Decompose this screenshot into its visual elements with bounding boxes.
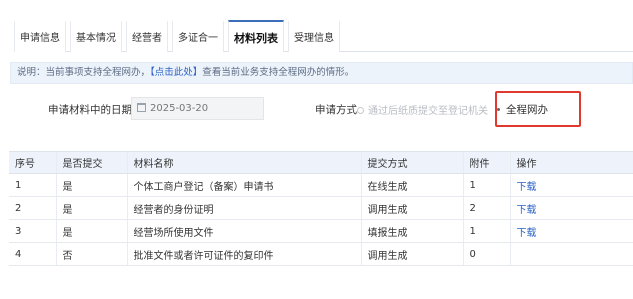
method-option-paper-label: 通过后纸质提交至登记机关 [368,106,488,117]
notice-bar: 说明：当前事项支持全程网办，【点击此处】查看当前业务支持全程网办的情形。 [10,62,633,84]
tab-multi-cert[interactable]: 多证合一 [172,20,224,52]
cell-attach: 0 [462,242,510,266]
method-option-paper: 通过后纸质提交至登记机关 [357,102,488,117]
download-link[interactable]: 下载 [517,228,537,239]
download-link[interactable]: 下载 [517,182,537,193]
tab-materials[interactable]: 材料列表 [228,20,284,52]
tab-bar: 申请信息 基本情况 经营者 多证合一 材料列表 受理信息 [14,20,633,52]
table-row: 1 是 个体工商户登记（备案）申请书 在线生成 1 下载 [9,173,633,197]
table-row: 3 是 经营场所使用文件 填报生成 1 下载 [9,219,633,243]
notice-prefix: 说明：当前事项支持全程网办， [17,67,151,78]
cell-no: 4 [9,242,56,266]
cell-no: 2 [9,196,56,220]
date-field[interactable]: 2025-03-20 [131,97,264,120]
cell-submitted: 是 [55,219,127,243]
method-option-online[interactable]: 全程网办 [497,102,548,117]
cell-no: 3 [9,219,56,243]
cell-submitted: 是 [55,173,127,197]
cell-name: 经营者的身份证明 [126,196,361,220]
cell-action [509,242,633,266]
header-action: 操作 [509,151,633,174]
cell-name: 经营场所使用文件 [126,219,361,243]
cell-submitted: 是 [55,196,127,220]
application-form: 申请材料中的日期 2025-03-20 申请方式 通过后纸质提交至登记机关 全程… [0,91,633,127]
header-attach: 附件 [462,151,510,174]
header-name: 材料名称 [126,151,361,174]
calendar-icon [137,103,146,112]
cell-name: 个体工商户登记（备案）申请书 [126,173,361,197]
download-link[interactable]: 下载 [517,205,537,216]
tab-basic-info[interactable]: 基本情况 [70,20,122,52]
cell-method: 填报生成 [360,219,463,243]
cell-name: 批准文件或者许可证件的复印件 [126,242,361,266]
cell-action: 下载 [509,196,633,220]
notice-suffix: 查看当前业务支持全程网办的情形。 [202,67,355,78]
table-row: 4 否 批准文件或者许可证件的复印件 调用生成 0 [9,242,633,266]
header-submitted: 是否提交 [55,151,127,174]
tab-acceptance[interactable]: 受理信息 [288,20,340,52]
cell-attach: 1 [462,173,510,197]
bullet-icon [497,108,500,111]
table-header: 序号 是否提交 材料名称 提交方式 附件 操作 [9,151,633,174]
cell-attach: 2 [462,196,510,220]
tab-application-info[interactable]: 申请信息 [14,20,66,52]
cell-action: 下载 [509,219,633,243]
cell-no: 1 [9,173,56,197]
table-row: 2 是 经营者的身份证明 调用生成 2 下载 [9,196,633,220]
header-no: 序号 [9,151,56,174]
radio-icon [357,107,364,114]
header-method: 提交方式 [360,151,463,174]
cell-method: 调用生成 [360,196,463,220]
date-value: 2025-03-20 [150,103,209,114]
materials-table: 序号 是否提交 材料名称 提交方式 附件 操作 1 是 个体工商户登记（备案）申… [9,151,633,266]
cell-attach: 1 [462,219,510,243]
cell-action: 下载 [509,173,633,197]
tab-operator[interactable]: 经营者 [126,20,168,52]
notice-link[interactable]: 【点击此处】 [150,67,202,78]
cell-submitted: 否 [55,242,127,266]
cell-method: 在线生成 [360,173,463,197]
method-label: 申请方式 [315,104,357,116]
method-option-online-label: 全程网办 [506,104,548,116]
cell-method: 调用生成 [360,242,463,266]
date-label: 申请材料中的日期 [48,104,132,116]
